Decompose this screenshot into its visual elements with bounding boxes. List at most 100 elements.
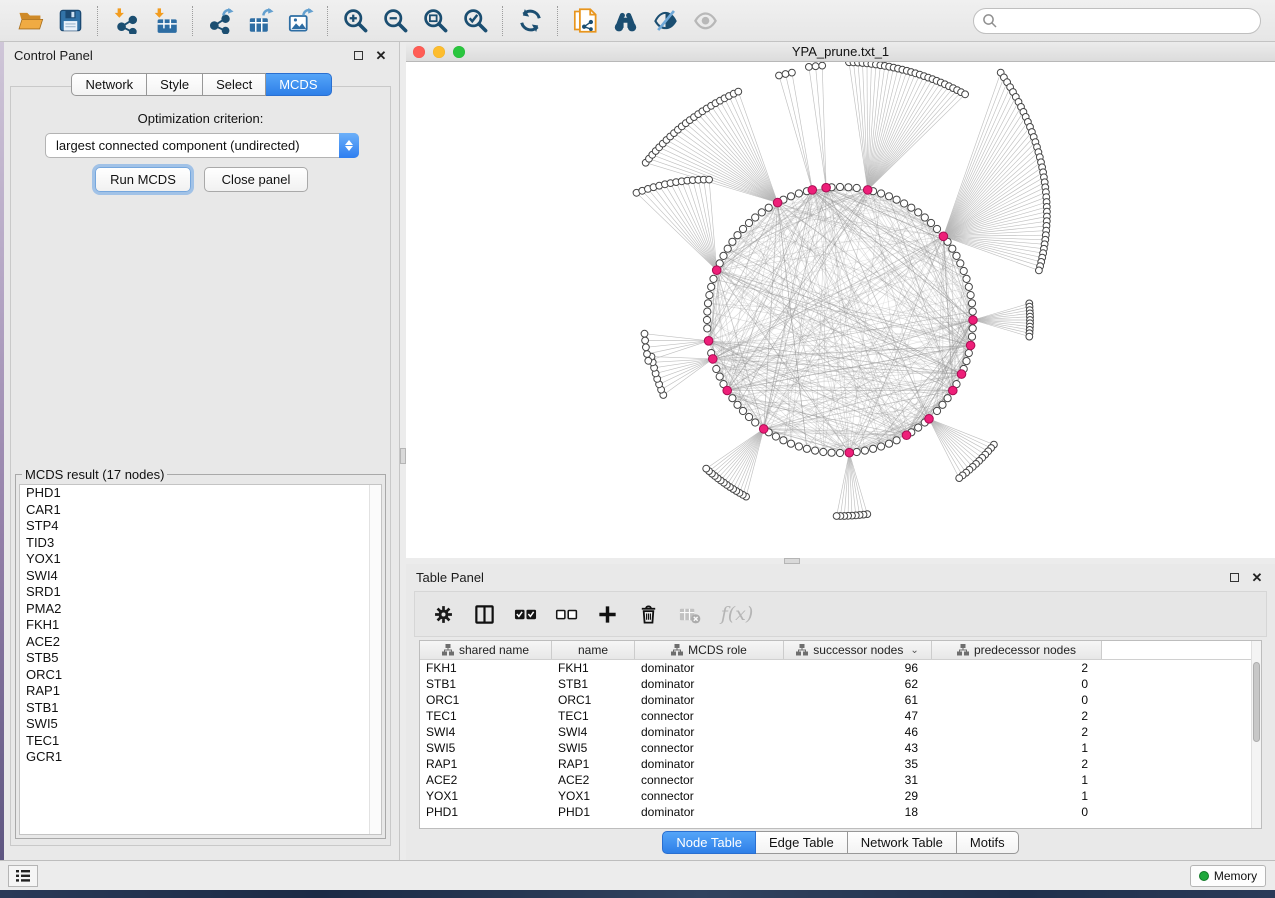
deselect-all-rows-icon [555, 603, 578, 626]
table-row[interactable]: STB1STB1dominator620 [420, 676, 1261, 692]
table-row[interactable]: ORC1ORC1dominator610 [420, 692, 1261, 708]
toolbar-separator [192, 6, 193, 36]
column-label: shared name [459, 643, 529, 657]
mcds-result-group: MCDS result (17 nodes) PHD1CAR1STP4TID3Y… [15, 467, 386, 839]
mcds-result-item[interactable]: ACE2 [20, 634, 381, 651]
network-canvas[interactable] [406, 62, 1275, 558]
column-header-predecessor-nodes[interactable]: predecessor nodes [932, 641, 1102, 659]
table-row[interactable]: SWI4SWI4dominator462 [420, 724, 1261, 740]
mcds-result-item[interactable]: STB1 [20, 700, 381, 717]
table-tabs: Node TableEdge TableNetwork TableMotifs [406, 831, 1275, 854]
show-hide-eye-button[interactable] [685, 3, 725, 39]
column-header-shared-name[interactable]: shared name [420, 641, 552, 659]
graphics-details-button[interactable] [645, 3, 685, 39]
tab-network-table[interactable]: Network Table [848, 831, 957, 854]
export-image-button[interactable] [280, 3, 320, 39]
search-network-button[interactable] [605, 3, 645, 39]
control-panel-titlebar: Control Panel ✕ [4, 42, 399, 68]
tab-edge-table[interactable]: Edge Table [756, 831, 848, 854]
table-panel-float-button[interactable] [1226, 569, 1242, 585]
zoom-in-button[interactable] [335, 3, 375, 39]
mcds-result-item[interactable]: RAP1 [20, 683, 381, 700]
new-network-from-selection-button[interactable] [565, 3, 605, 39]
run-mcds-button[interactable]: Run MCDS [95, 167, 191, 192]
cell-name: PHD1 [552, 805, 635, 819]
zoom-out-button[interactable] [375, 3, 415, 39]
cell-name: YOX1 [552, 789, 635, 803]
mcds-result-item[interactable]: STB5 [20, 650, 381, 667]
tab-node-table[interactable]: Node Table [662, 831, 756, 854]
add-column-button[interactable] [593, 599, 621, 629]
export-table-button[interactable] [240, 3, 280, 39]
cell-successor-nodes: 35 [784, 757, 932, 771]
mcds-result-item[interactable]: FKH1 [20, 617, 381, 634]
mcds-result-item[interactable]: CAR1 [20, 502, 381, 519]
cell-shared-name: YOX1 [420, 789, 552, 803]
column-header-successor-nodes[interactable]: successor nodes⌄ [784, 641, 932, 659]
delete-column-button[interactable] [634, 599, 662, 629]
mcds-result-item[interactable]: SRD1 [20, 584, 381, 601]
table-row[interactable]: ACE2ACE2connector311 [420, 772, 1261, 788]
table-scrollbar-thumb[interactable] [1253, 662, 1260, 742]
tab-style[interactable]: Style [147, 73, 203, 96]
table-row[interactable]: FKH1FKH1dominator962 [420, 660, 1261, 676]
search-input[interactable] [973, 8, 1261, 34]
mcds-result-item[interactable]: STP4 [20, 518, 381, 535]
mcds-result-item[interactable]: GCR1 [20, 749, 381, 766]
mcds-result-item[interactable]: SWI5 [20, 716, 381, 733]
zoom-selected-button[interactable] [455, 3, 495, 39]
sort-desc-icon: ⌄ [910, 645, 918, 656]
result-list-scrollbar[interactable] [369, 485, 381, 834]
table-panel-close-button[interactable]: ✕ [1249, 569, 1265, 585]
cell-successor-nodes: 18 [784, 805, 932, 819]
mcds-result-title: MCDS result (17 nodes) [22, 467, 167, 482]
open-file-button[interactable] [10, 3, 50, 39]
select-all-rows-icon [514, 603, 537, 626]
column-visibility-button[interactable] [470, 599, 498, 629]
select-all-rows-button[interactable] [511, 599, 539, 629]
mcds-result-item[interactable]: SWI4 [20, 568, 381, 585]
mcds-result-item[interactable]: YOX1 [20, 551, 381, 568]
table-settings-button[interactable] [429, 599, 457, 629]
column-header-MCDS-role[interactable]: MCDS role [635, 641, 784, 659]
table-scrollbar[interactable] [1251, 641, 1261, 828]
mcds-result-item[interactable]: PHD1 [20, 485, 381, 502]
import-table-button[interactable] [145, 3, 185, 39]
close-panel-button[interactable]: Close panel [204, 167, 308, 192]
cell-MCDS-role: dominator [635, 757, 784, 771]
import-network-button[interactable] [105, 3, 145, 39]
control-panel: Control Panel ✕ NetworkStyleSelectMCDS O… [4, 42, 400, 860]
tab-mcds[interactable]: MCDS [266, 73, 331, 96]
table-row[interactable]: RAP1RAP1dominator352 [420, 756, 1261, 772]
control-panel-float-button[interactable] [350, 47, 366, 63]
column-label: MCDS role [688, 643, 747, 657]
table-row[interactable]: PHD1PHD1dominator180 [420, 804, 1261, 820]
search-network-icon [612, 7, 639, 34]
export-network-button[interactable] [200, 3, 240, 39]
save-session-button[interactable] [50, 3, 90, 39]
optimization-criterion-select[interactable]: largest connected component (undirected) [45, 133, 359, 158]
tab-network[interactable]: Network [71, 73, 147, 96]
deselect-all-rows-button[interactable] [552, 599, 580, 629]
memory-button[interactable]: Memory [1190, 865, 1266, 887]
zoom-selected-icon [462, 7, 489, 34]
mcds-result-item[interactable]: TEC1 [20, 733, 381, 750]
table-row[interactable]: YOX1YOX1connector291 [420, 788, 1261, 804]
refresh-button[interactable] [510, 3, 550, 39]
cell-name: RAP1 [552, 757, 635, 771]
tab-motifs[interactable]: Motifs [957, 831, 1019, 854]
mcds-result-item[interactable]: ORC1 [20, 667, 381, 684]
column-visibility-icon [473, 603, 496, 626]
control-panel-close-button[interactable]: ✕ [373, 47, 389, 63]
task-history-button[interactable] [8, 865, 38, 887]
column-header-name[interactable]: name [552, 641, 635, 659]
cell-name: TEC1 [552, 709, 635, 723]
delete-table-icon [678, 603, 701, 626]
zoom-in-icon [342, 7, 369, 34]
table-row[interactable]: SWI5SWI5connector431 [420, 740, 1261, 756]
tab-select[interactable]: Select [203, 73, 266, 96]
table-row[interactable]: TEC1TEC1connector472 [420, 708, 1261, 724]
mcds-result-item[interactable]: TID3 [20, 535, 381, 552]
mcds-result-item[interactable]: PMA2 [20, 601, 381, 618]
zoom-fit-button[interactable] [415, 3, 455, 39]
